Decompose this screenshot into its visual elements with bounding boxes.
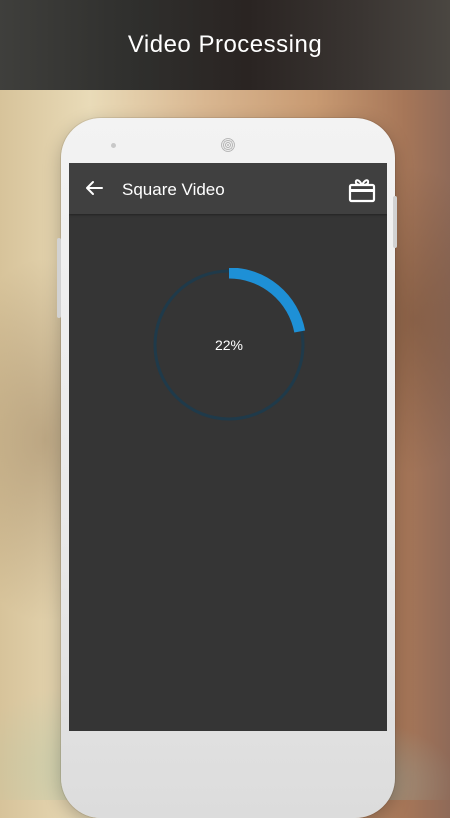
- back-button[interactable]: [83, 177, 105, 199]
- gift-icon: [348, 179, 376, 203]
- toolbar-title: Square Video: [122, 180, 225, 199]
- promo-banner: Video Processing: [0, 0, 450, 90]
- app-screen: Square Video 22%: [69, 163, 387, 731]
- gift-button[interactable]: [348, 176, 376, 204]
- earpiece-speaker: [221, 138, 235, 152]
- circular-progress: 22%: [152, 268, 306, 422]
- arrow-left-icon: [86, 181, 103, 195]
- app-toolbar: Square Video: [69, 163, 387, 214]
- volume-button: [57, 238, 61, 318]
- progress-percent: 22%: [214, 337, 244, 353]
- front-camera: [111, 143, 116, 148]
- banner-title: Video Processing: [127, 31, 323, 58]
- power-button: [393, 196, 397, 248]
